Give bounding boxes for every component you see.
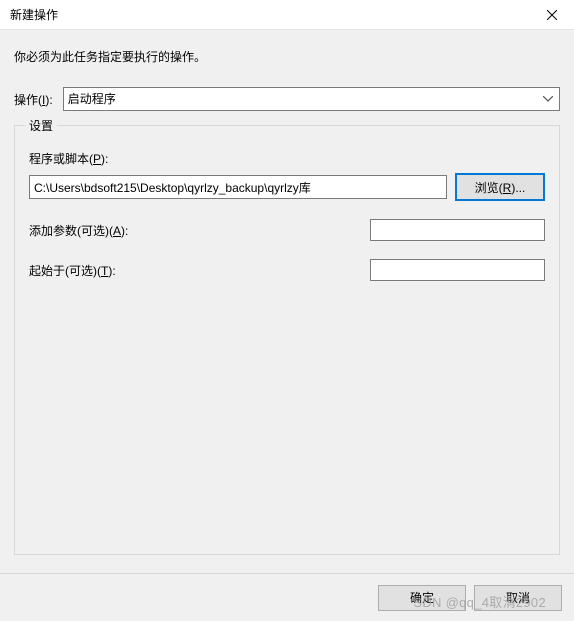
action-label: 操作(I): (14, 91, 53, 108)
arguments-row: 添加参数(可选)(A): (29, 219, 545, 241)
program-field-group: 程序或脚本(P): 浏览(R)... (29, 150, 545, 201)
program-input[interactable] (29, 175, 447, 199)
dialog-footer: 确定 取消 (0, 573, 574, 621)
startin-label: 起始于(可选)(T): (29, 262, 116, 279)
browse-button[interactable]: 浏览(R)... (455, 173, 545, 201)
settings-legend: 设置 (25, 117, 57, 134)
dialog-content: 你必须为此任务指定要执行的操作。 操作(I): 启动程序 设置 程序或脚本(P)… (0, 30, 574, 573)
startin-row: 起始于(可选)(T): (29, 259, 545, 281)
window-title: 新建操作 (10, 6, 58, 23)
instruction-text: 你必须为此任务指定要执行的操作。 (14, 48, 560, 65)
new-action-dialog: 新建操作 你必须为此任务指定要执行的操作。 操作(I): 启动程序 设置 程序或… (0, 0, 574, 621)
titlebar: 新建操作 (0, 0, 574, 30)
close-icon (547, 10, 557, 20)
ok-button[interactable]: 确定 (378, 585, 466, 611)
cancel-button[interactable]: 取消 (474, 585, 562, 611)
arguments-input[interactable] (370, 219, 545, 241)
close-button[interactable] (530, 0, 574, 30)
program-label: 程序或脚本(P): (29, 150, 545, 167)
arguments-label: 添加参数(可选)(A): (29, 222, 128, 239)
startin-input[interactable] (370, 259, 545, 281)
program-row: 浏览(R)... (29, 173, 545, 201)
action-select[interactable]: 启动程序 (63, 87, 560, 111)
action-row: 操作(I): 启动程序 (14, 87, 560, 111)
settings-group: 设置 程序或脚本(P): 浏览(R)... 添加参数(可选)(A): (14, 125, 560, 555)
